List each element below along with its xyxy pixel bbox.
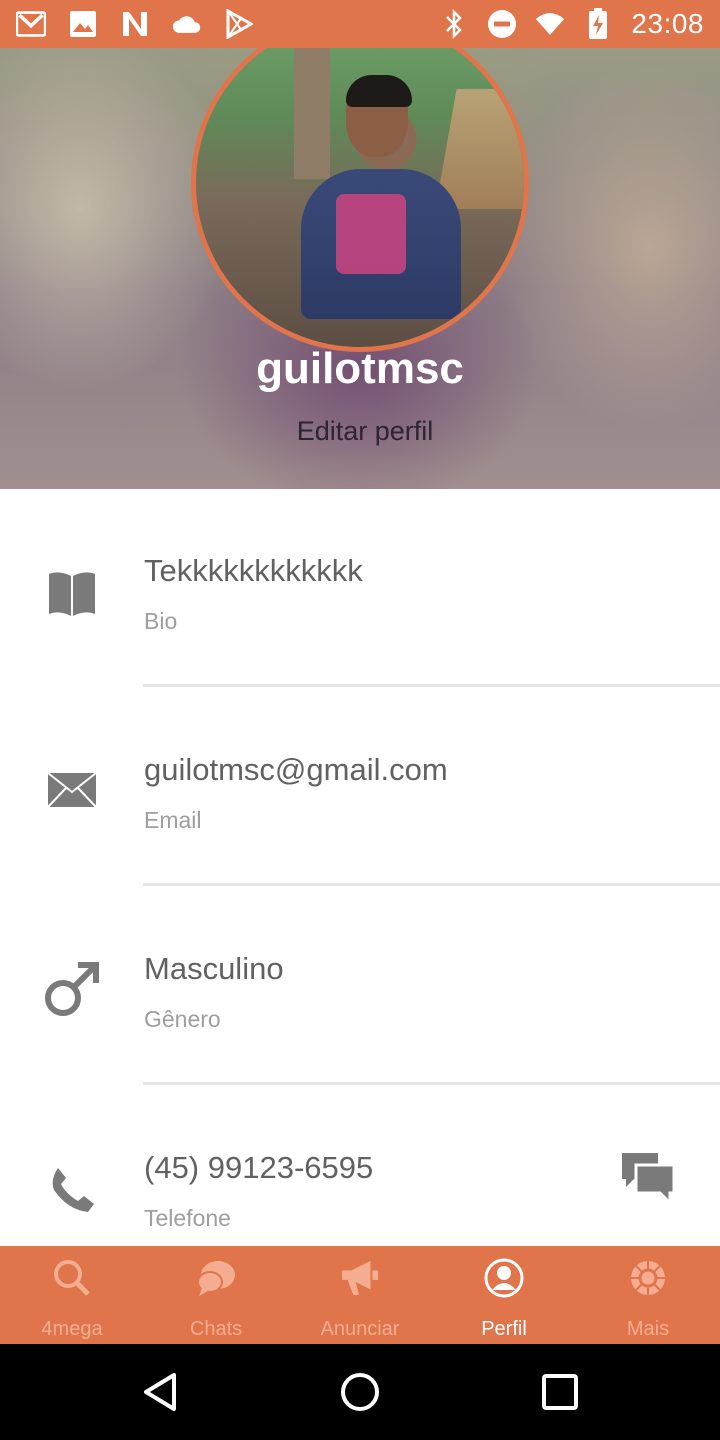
chat-icon	[196, 1258, 236, 1298]
nav-item-chats[interactable]: Chats	[144, 1246, 288, 1344]
email-value: guilotmsc@gmail.com	[144, 752, 448, 787]
wifi-icon	[535, 9, 565, 39]
battery-charging-icon	[583, 8, 613, 39]
avatar-photo-detail	[336, 194, 406, 274]
nav-label: 4mega	[41, 1318, 103, 1340]
bluetooth-icon	[439, 9, 469, 39]
bio-row: Tekkkkkkkkkkkk Bio	[0, 489, 720, 688]
nav-item-perfil[interactable]: Perfil	[432, 1246, 576, 1344]
phone-label: Telefone	[144, 1205, 231, 1231]
search-icon	[52, 1258, 92, 1298]
n-app-icon	[120, 9, 150, 39]
avatar[interactable]	[191, 48, 529, 352]
system-nav-bar	[0, 1344, 720, 1440]
nav-item-4mega[interactable]: 4mega	[0, 1246, 144, 1344]
avatar-photo-detail	[294, 48, 330, 179]
clock: 23:08	[631, 8, 704, 39]
chat-bubbles-icon[interactable]	[618, 1148, 678, 1208]
profile-icon	[484, 1258, 524, 1298]
photo-icon	[68, 9, 98, 39]
gender-value: Masculino	[144, 951, 284, 986]
book-icon	[44, 565, 100, 621]
divider	[143, 684, 720, 687]
recents-icon[interactable]	[536, 1368, 584, 1416]
megaphone-icon	[340, 1258, 380, 1298]
phone-value: (45) 99123-6595	[144, 1150, 374, 1185]
edit-profile-link[interactable]: Editar perfil	[0, 416, 720, 447]
divider	[143, 1082, 720, 1085]
status-right-icons: 23:08	[439, 8, 704, 40]
profile-header: guilotmsc Editar perfil	[0, 48, 720, 489]
play-store-icon	[224, 9, 254, 39]
bottom-nav: 4mega Chats Anunciar Perfil Mais	[0, 1246, 720, 1344]
phone-icon	[44, 1162, 100, 1218]
email-row: guilotmsc@gmail.com Email	[0, 688, 720, 887]
nav-label: Perfil	[481, 1318, 527, 1340]
avatar-photo-detail	[346, 75, 412, 107]
nav-item-mais[interactable]: Mais	[576, 1246, 720, 1344]
nav-item-anunciar[interactable]: Anunciar	[288, 1246, 432, 1344]
do-not-disturb-icon	[487, 9, 517, 39]
gmail-icon	[16, 9, 46, 39]
home-icon[interactable]	[336, 1368, 384, 1416]
nav-label: Chats	[189, 1318, 243, 1340]
bio-label: Bio	[144, 608, 178, 634]
status-left-icons	[16, 9, 254, 39]
status-bar: 23:08	[0, 0, 720, 48]
nav-label: Mais	[626, 1318, 670, 1340]
bio-value: Tekkkkkkkkkkkk	[144, 553, 363, 588]
avatar-photo-detail	[435, 89, 524, 209]
envelope-icon	[44, 762, 100, 818]
gear-icon	[628, 1258, 668, 1298]
male-gender-icon	[44, 961, 100, 1017]
username: guilotmsc	[256, 344, 464, 393]
nav-label: Anunciar	[320, 1318, 400, 1340]
gender-label: Gênero	[144, 1006, 221, 1032]
back-icon[interactable]	[136, 1368, 184, 1416]
divider	[143, 883, 720, 886]
email-label: Email	[144, 807, 202, 833]
gender-row: Masculino Gênero	[0, 887, 720, 1086]
cloud-icon	[172, 9, 202, 39]
